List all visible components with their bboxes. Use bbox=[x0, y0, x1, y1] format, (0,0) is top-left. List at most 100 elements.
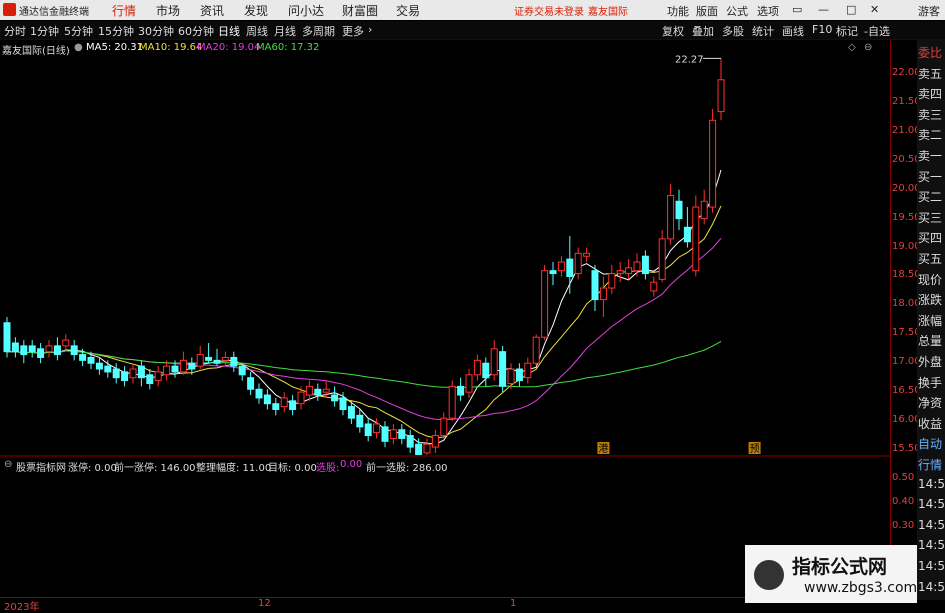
period-60min[interactable]: 60分钟 bbox=[178, 23, 214, 39]
side-panel-item[interactable]: 14:50 bbox=[918, 580, 945, 594]
menu-faxian[interactable]: 发现 bbox=[244, 2, 268, 19]
period-week[interactable]: 周线 bbox=[246, 23, 268, 39]
candle[interactable] bbox=[238, 363, 246, 381]
tool-zixuan[interactable]: -自选 bbox=[864, 23, 890, 39]
side-panel-item[interactable]: 14:50 bbox=[918, 538, 945, 552]
candle[interactable] bbox=[137, 360, 145, 387]
candle[interactable] bbox=[406, 429, 414, 453]
candle[interactable] bbox=[70, 340, 78, 361]
candle[interactable] bbox=[53, 337, 61, 361]
tool-tongji[interactable]: 统计 bbox=[752, 23, 774, 39]
tool-huaxian[interactable]: 画线 bbox=[782, 23, 804, 39]
indicator-name[interactable]: 股票指标网 bbox=[16, 459, 66, 474]
menu-gongneng[interactable]: 功能 bbox=[667, 3, 689, 19]
candle[interactable] bbox=[482, 357, 490, 387]
side-panel-item[interactable]: 14:50 bbox=[918, 559, 945, 573]
menu-jiaoyi[interactable]: 交易 bbox=[396, 2, 420, 19]
candle[interactable] bbox=[255, 383, 263, 404]
period-day[interactable]: 日线 bbox=[218, 23, 240, 39]
candle[interactable] bbox=[230, 351, 238, 372]
tool-f10[interactable]: F10 bbox=[812, 23, 832, 36]
candle[interactable] bbox=[440, 412, 448, 439]
period-5min[interactable]: 5分钟 bbox=[64, 23, 93, 39]
candle[interactable] bbox=[683, 207, 691, 248]
candle[interactable] bbox=[583, 247, 591, 262]
candle[interactable] bbox=[95, 357, 103, 375]
candle[interactable] bbox=[499, 345, 507, 393]
side-panel-item[interactable]: 涨跌 bbox=[918, 291, 942, 308]
candle[interactable] bbox=[297, 386, 305, 410]
candlestick-chart[interactable]: 22.2715.21港预 bbox=[0, 40, 890, 455]
candle[interactable] bbox=[457, 377, 465, 401]
candle[interactable] bbox=[599, 276, 607, 317]
candle[interactable] bbox=[490, 340, 498, 381]
side-panel-item[interactable]: 卖四 bbox=[918, 85, 942, 102]
candle[interactable] bbox=[20, 340, 28, 364]
candle[interactable] bbox=[557, 256, 565, 277]
period-30min[interactable]: 30分钟 bbox=[138, 23, 174, 39]
maximize-icon[interactable]: □ bbox=[846, 3, 856, 16]
tool-fuquan[interactable]: 复权 bbox=[662, 23, 684, 39]
candle[interactable] bbox=[633, 253, 641, 277]
candle[interactable] bbox=[700, 189, 708, 225]
candle[interactable] bbox=[154, 366, 162, 387]
side-panel-item[interactable]: 委比 bbox=[918, 44, 942, 61]
tool-diejia[interactable]: 叠加 bbox=[692, 23, 714, 39]
candle[interactable] bbox=[289, 395, 297, 416]
side-panel-item[interactable]: 卖一 bbox=[918, 147, 942, 164]
candle[interactable] bbox=[305, 380, 313, 401]
side-panel-item[interactable]: 卖二 bbox=[918, 126, 942, 143]
candle[interactable] bbox=[263, 389, 271, 410]
menu-xuanxiang[interactable]: 选项 bbox=[757, 3, 779, 19]
side-panel-item[interactable]: 14:50 bbox=[918, 497, 945, 511]
candle[interactable] bbox=[532, 334, 540, 367]
more-chevron-icon[interactable]: › bbox=[368, 23, 372, 36]
candle[interactable] bbox=[515, 363, 523, 387]
side-panel-item[interactable]: 买一 bbox=[918, 168, 942, 185]
menu-caifuquan[interactable]: 财富圈 bbox=[342, 2, 378, 19]
candle[interactable] bbox=[431, 429, 439, 453]
side-panel-item[interactable]: 行情 bbox=[918, 456, 942, 473]
candle[interactable] bbox=[11, 337, 19, 358]
side-panel-item[interactable]: 自动 bbox=[918, 435, 942, 452]
candle[interactable] bbox=[112, 363, 120, 384]
candle[interactable] bbox=[650, 276, 658, 297]
candle[interactable] bbox=[616, 262, 624, 283]
candle[interactable] bbox=[549, 262, 557, 286]
period-more[interactable]: 更多 bbox=[342, 23, 364, 39]
candle[interactable] bbox=[448, 380, 456, 422]
candle[interactable] bbox=[692, 195, 700, 277]
candle[interactable] bbox=[574, 247, 582, 280]
candle[interactable] bbox=[717, 58, 725, 121]
candle[interactable] bbox=[608, 264, 616, 294]
candle[interactable] bbox=[179, 351, 187, 375]
menu-shichang[interactable]: 市场 bbox=[156, 2, 180, 19]
period-month[interactable]: 月线 bbox=[274, 23, 296, 39]
side-panel-item[interactable]: 14:50 bbox=[918, 477, 945, 491]
side-panel-item[interactable]: 买二 bbox=[918, 188, 942, 205]
side-panel-item[interactable]: 卖五 bbox=[918, 65, 942, 82]
side-panel-item[interactable]: 14:50 bbox=[918, 518, 945, 532]
period-multi[interactable]: 多周期 bbox=[302, 23, 335, 39]
candle[interactable] bbox=[381, 421, 389, 448]
candle[interactable] bbox=[356, 409, 364, 433]
candle[interactable] bbox=[104, 360, 112, 378]
candle[interactable] bbox=[247, 371, 255, 396]
side-panel-item[interactable]: 卖三 bbox=[918, 106, 942, 123]
candle[interactable] bbox=[196, 345, 204, 370]
candle[interactable] bbox=[709, 108, 717, 213]
candle[interactable] bbox=[280, 392, 288, 413]
minimize-icon[interactable]: — bbox=[818, 3, 829, 16]
candle[interactable] bbox=[591, 264, 599, 312]
candle[interactable] bbox=[221, 351, 229, 367]
menu-wenxiaoda[interactable]: 问小达 bbox=[288, 2, 324, 19]
candle[interactable] bbox=[675, 189, 683, 231]
period-1min[interactable]: 1分钟 bbox=[30, 23, 59, 39]
side-panel-item[interactable]: 外盘 bbox=[918, 353, 942, 370]
candle[interactable] bbox=[658, 230, 666, 283]
side-panel-item[interactable]: 总量 bbox=[918, 332, 942, 349]
candle[interactable] bbox=[28, 340, 36, 358]
tool-duogu[interactable]: 多股 bbox=[722, 23, 744, 39]
close-icon[interactable]: ✕ bbox=[870, 3, 879, 16]
candle[interactable] bbox=[3, 316, 11, 358]
